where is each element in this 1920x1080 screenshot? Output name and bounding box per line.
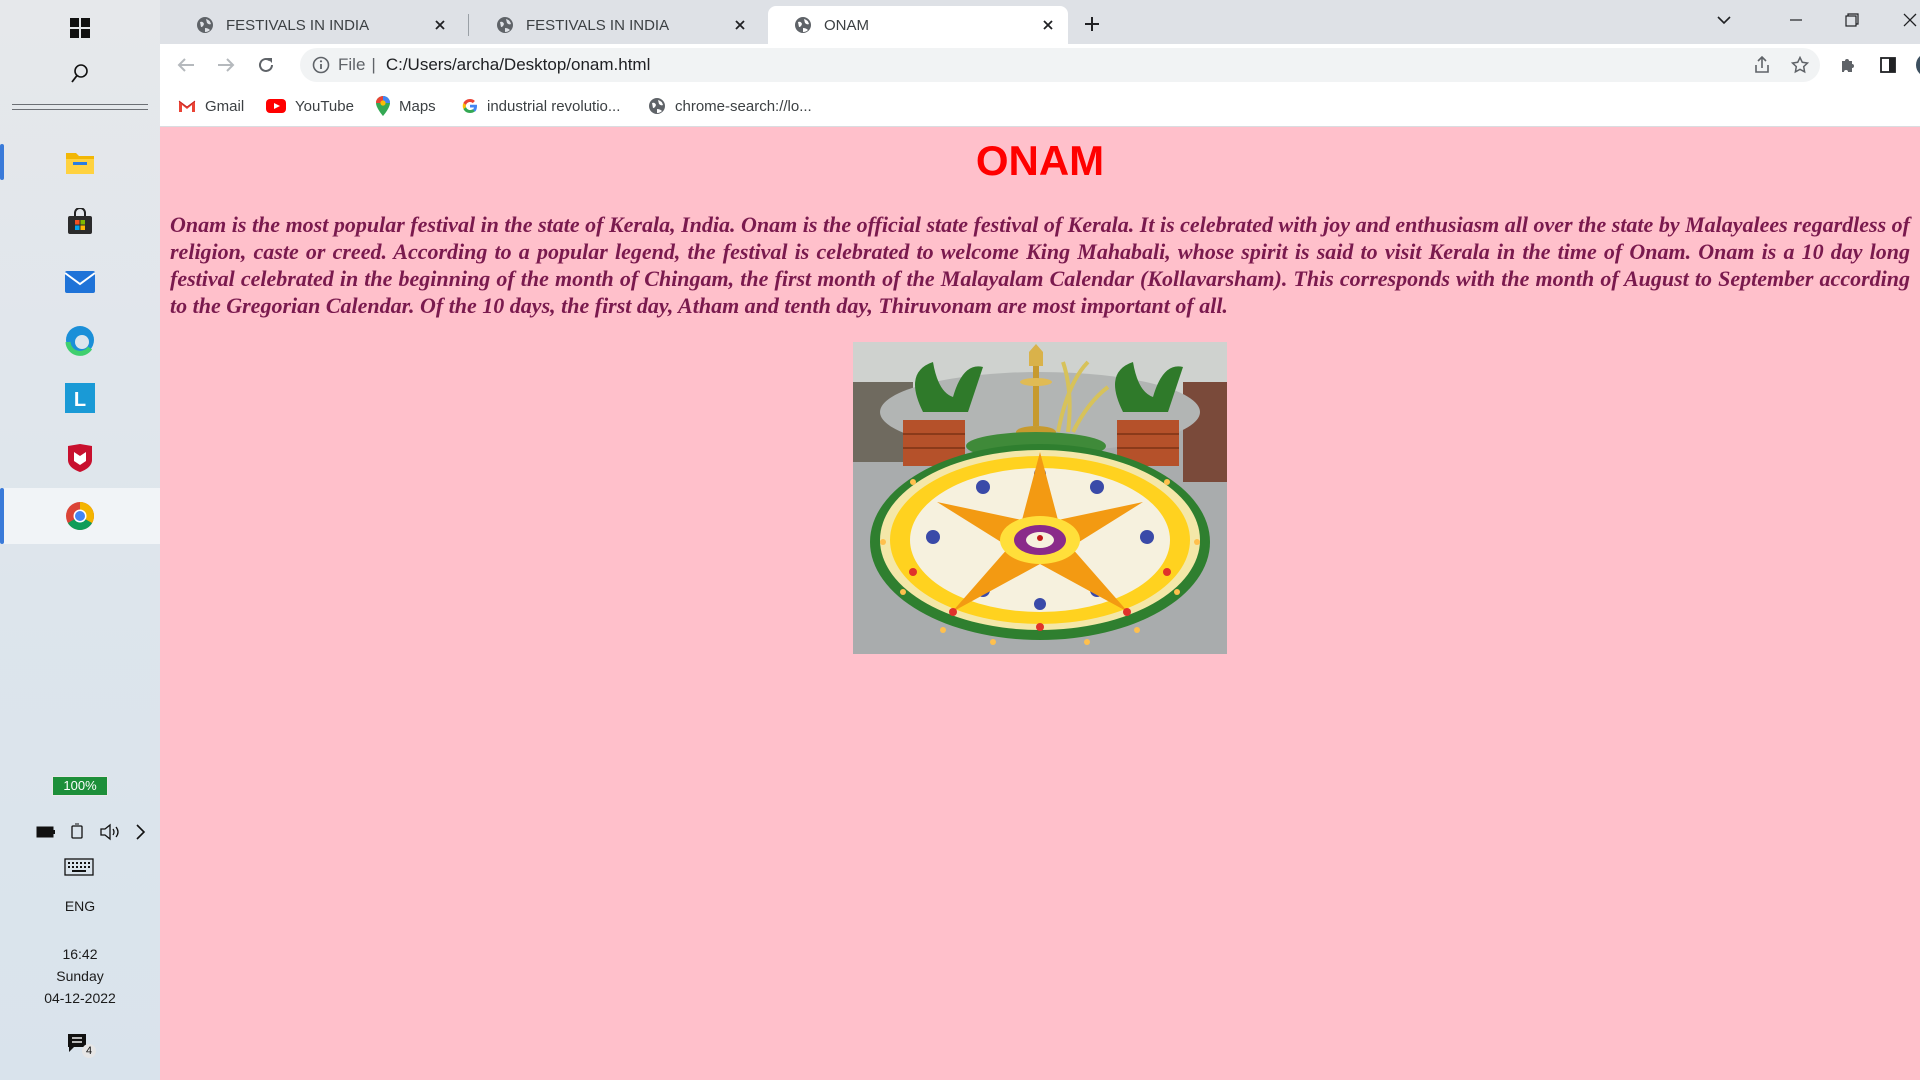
- address-bar[interactable]: File | C:/Users/archa/Desktop/onam.html: [300, 48, 1820, 82]
- bookmark-maps[interactable]: Maps: [376, 94, 436, 118]
- chrome-taskbar-button[interactable]: [0, 488, 160, 544]
- share-icon[interactable]: [1748, 51, 1776, 79]
- notification-count-badge: 4: [82, 1044, 96, 1058]
- clock-day[interactable]: Sunday: [0, 968, 160, 984]
- close-window-button[interactable]: [1890, 6, 1920, 34]
- system-tray: [36, 820, 146, 844]
- svg-text:L: L: [74, 389, 86, 411]
- chrome-icon: [66, 502, 94, 530]
- flower-carpet: [870, 444, 1210, 640]
- bookmark-gmail[interactable]: Gmail: [178, 94, 244, 118]
- side-panel-icon: [1880, 57, 1896, 73]
- youtube-icon: [266, 99, 286, 113]
- clock-time[interactable]: 16:42: [0, 946, 160, 962]
- touch-keyboard-icon[interactable]: [64, 858, 94, 876]
- bookmark-label: chrome-search://lo...: [675, 97, 812, 115]
- battery-icon[interactable]: [36, 826, 56, 838]
- globe-icon: [795, 17, 811, 33]
- close-tab-icon[interactable]: [728, 13, 752, 37]
- file-explorer-button[interactable]: [0, 134, 160, 190]
- chevron-right-icon[interactable]: [134, 823, 146, 841]
- bookmark-label: industrial revolutio...: [487, 97, 621, 115]
- info-icon[interactable]: [312, 56, 330, 74]
- l-app-icon: L: [65, 383, 95, 413]
- reload-icon: [259, 57, 273, 72]
- l-app-button[interactable]: L: [0, 370, 160, 426]
- scheme-separator: |: [371, 55, 376, 74]
- tab-title: FESTIVALS IN INDIA: [526, 16, 670, 34]
- bookmarks-bar: Gmail YouTube Maps industrial revolutio.…: [160, 86, 1920, 127]
- side-panel-button[interactable]: [1874, 51, 1902, 79]
- taskbar: L 100% ENG 16:42 Sunday 04-12-2022 4: [0, 0, 161, 1080]
- puzzle-icon: [1842, 59, 1854, 72]
- plus-icon: [1085, 17, 1099, 31]
- globe-icon: [497, 17, 513, 33]
- windows-logo-icon: [70, 18, 90, 38]
- tab-festivals-2[interactable]: FESTIVALS IN INDIA: [470, 6, 760, 44]
- microsoft-store-button[interactable]: [0, 194, 160, 250]
- scheme-label: File: [338, 55, 366, 74]
- url-text[interactable]: C:/Users/archa/Desktop/onam.html: [386, 55, 1820, 75]
- tab-search-button[interactable]: [1704, 6, 1744, 34]
- edge-icon: [65, 326, 94, 356]
- bookmark-label: Maps: [399, 97, 436, 115]
- extensions-button[interactable]: [1834, 51, 1862, 79]
- tab-title: FESTIVALS IN INDIA: [226, 16, 370, 34]
- page-content: ONAM Onam is the most popular festival i…: [160, 127, 1920, 1080]
- profile-button[interactable]: A: [1914, 51, 1920, 79]
- close-tab-icon[interactable]: [1036, 13, 1060, 37]
- pookalam-image: [853, 342, 1227, 654]
- bookmark-label: Gmail: [205, 97, 245, 115]
- mail-icon: [64, 271, 96, 293]
- browser-toolbar: File | C:/Users/archa/Desktop/onam.html …: [160, 44, 1920, 86]
- bookmark-industrial-revolution[interactable]: industrial revolutio...: [462, 94, 620, 118]
- forward-button[interactable]: [212, 51, 240, 79]
- tab-festivals-1[interactable]: FESTIVALS IN INDIA: [170, 6, 460, 44]
- chevron-down-icon: [1717, 16, 1731, 25]
- search-icon: [71, 64, 88, 83]
- maps-icon: [376, 96, 390, 116]
- restore-button[interactable]: [1832, 6, 1872, 34]
- taskbar-divider: [12, 104, 148, 110]
- globe-icon: [649, 98, 665, 114]
- tab-onam[interactable]: ONAM: [768, 6, 1068, 44]
- tab-strip: FESTIVALS IN INDIA FESTIVALS IN INDIA ON…: [160, 0, 1920, 44]
- google-icon: [462, 99, 477, 113]
- bookmark-youtube[interactable]: YouTube: [266, 94, 354, 118]
- tab-title: ONAM: [824, 16, 869, 34]
- reload-button[interactable]: [252, 51, 280, 79]
- new-tab-button[interactable]: [1078, 10, 1106, 38]
- volume-icon[interactable]: [99, 823, 121, 841]
- minimize-button[interactable]: [1776, 6, 1816, 34]
- arrow-right-icon: [218, 58, 235, 72]
- onam-description: Onam is the most popular festival in the…: [170, 212, 1910, 318]
- bookmark-star-icon[interactable]: [1786, 51, 1814, 79]
- back-button[interactable]: [172, 51, 200, 79]
- page-title: ONAM: [975, 137, 1105, 184]
- minimize-icon: [1790, 19, 1802, 21]
- edge-button[interactable]: [0, 312, 160, 368]
- folder-icon: [66, 153, 94, 174]
- store-icon: [68, 208, 92, 234]
- taskbar-search-button[interactable]: [0, 46, 160, 102]
- language-indicator[interactable]: ENG: [0, 898, 160, 914]
- network-icon[interactable]: [69, 823, 85, 841]
- battery-percentage-badge[interactable]: 100%: [52, 776, 108, 796]
- mcafee-button[interactable]: [0, 430, 160, 486]
- bookmark-label: YouTube: [295, 97, 354, 115]
- mail-button[interactable]: [0, 254, 160, 310]
- gmail-icon: [178, 100, 196, 112]
- chrome-window: FESTIVALS IN INDIA FESTIVALS IN INDIA ON…: [160, 0, 1920, 1080]
- globe-icon: [197, 17, 213, 33]
- mcafee-shield-icon: [68, 444, 92, 472]
- clock-date[interactable]: 04-12-2022: [0, 990, 160, 1006]
- avatar: A: [1916, 53, 1920, 77]
- close-icon: [1903, 13, 1917, 27]
- arrow-left-icon: [177, 58, 194, 72]
- bookmark-chrome-search[interactable]: chrome-search://lo...: [648, 94, 812, 118]
- restore-icon: [1845, 13, 1859, 27]
- close-tab-icon[interactable]: [428, 13, 452, 37]
